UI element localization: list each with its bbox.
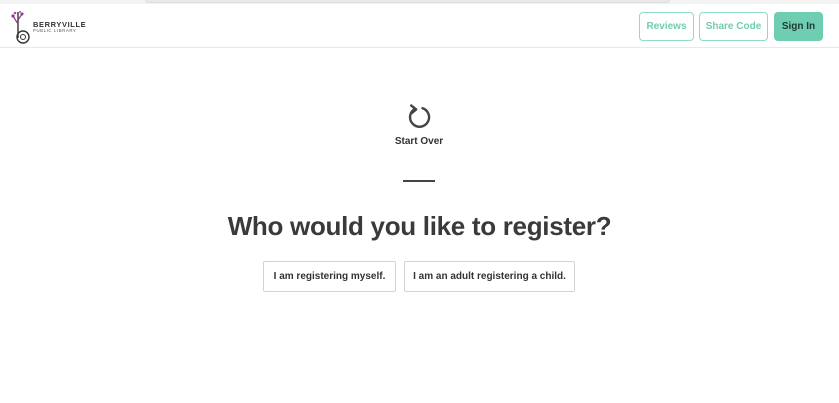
share-code-button[interactable]: Share Code [699, 12, 768, 41]
site-header: BERRYVILLE PUBLIC LIBRARY Reviews Share … [0, 4, 839, 48]
logo-name: BERRYVILLE [33, 19, 87, 29]
refresh-icon [408, 104, 431, 128]
logo-subtitle: PUBLIC LIBRARY [33, 28, 77, 34]
library-logo[interactable]: BERRYVILLE PUBLIC LIBRARY [10, 10, 86, 44]
start-over-label: Start Over [394, 136, 444, 147]
horizontal-scrollbar[interactable] [145, 0, 670, 3]
page-title: Who would you like to register? [227, 211, 612, 241]
library-logo-b-icon [11, 10, 30, 44]
reviews-button[interactable]: Reviews [639, 12, 694, 41]
section-divider [403, 180, 435, 182]
sign-in-button[interactable]: Sign In [774, 12, 823, 41]
start-over-button[interactable]: Start Over [389, 103, 449, 149]
register-child-button[interactable]: I am an adult registering a child. [404, 261, 575, 292]
register-myself-button[interactable]: I am registering myself. [263, 261, 396, 292]
logo-text: BERRYVILLE PUBLIC LIBRARY [33, 21, 86, 34]
